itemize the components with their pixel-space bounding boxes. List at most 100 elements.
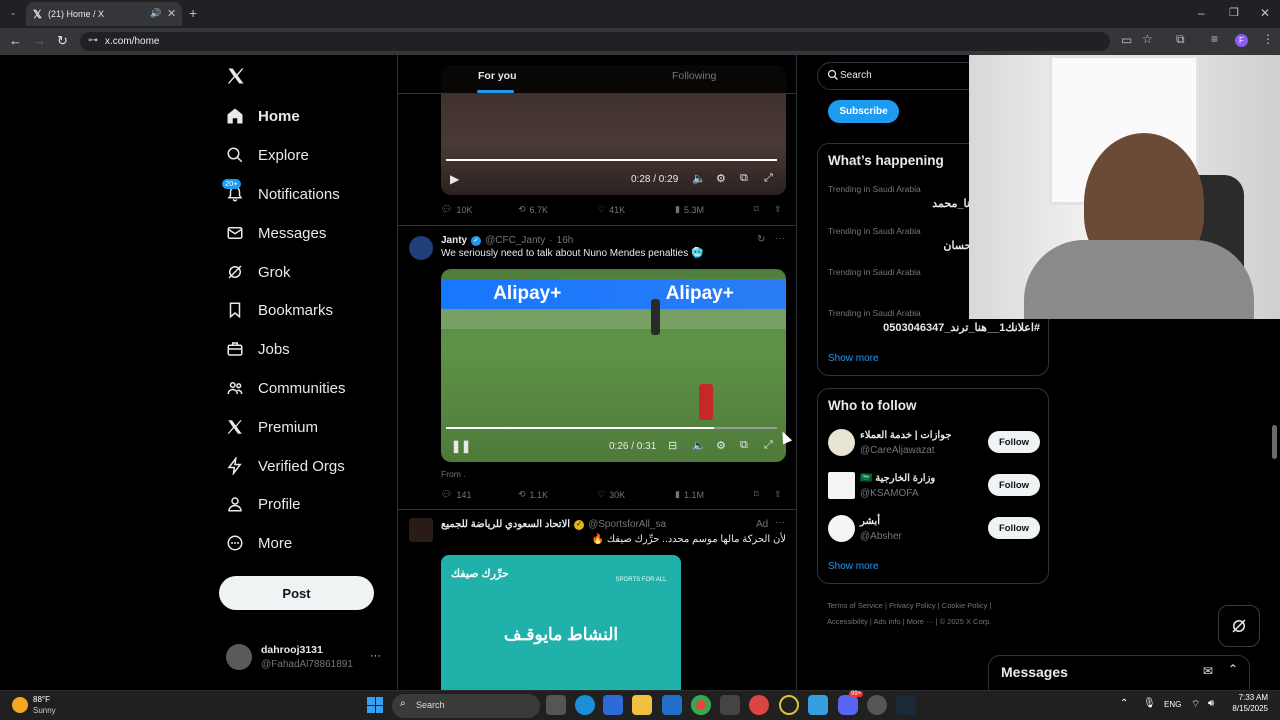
nav-premium[interactable]: Premium — [226, 415, 386, 439]
views-button[interactable]: ▮ 5.3M — [675, 204, 704, 215]
tweet-3-name[interactable]: الاتحاد السعودي للرياضة للجميع — [441, 519, 570, 530]
nav-jobs[interactable]: Jobs — [226, 337, 386, 361]
nav-explore[interactable]: Explore — [226, 143, 386, 167]
steam-icon[interactable] — [896, 695, 916, 715]
cast-icon[interactable]: ▭ — [1121, 33, 1132, 47]
mail-app-icon[interactable] — [662, 695, 682, 715]
clock-time[interactable]: 7:33 AM — [1232, 693, 1268, 702]
file-explorer-icon[interactable] — [632, 695, 652, 715]
tweet-2-handle[interactable]: @CFC_Janty — [485, 235, 545, 246]
new-tab-icon[interactable]: + — [189, 5, 197, 21]
reload-icon[interactable]: ↻ — [57, 33, 68, 49]
bookmark-action-icon-2[interactable]: ⌑ — [754, 489, 759, 500]
play-icon[interactable]: ▶ — [450, 172, 459, 186]
speaker-icon[interactable]: 🔊︎ — [1208, 698, 1214, 709]
weather-widget[interactable]: 88°F Sunny — [10, 694, 80, 718]
app-icon-dark[interactable] — [720, 695, 740, 715]
extensions-icon[interactable]: ⧉ — [1176, 32, 1185, 47]
restore-icon[interactable]: ❐ — [1229, 6, 1239, 19]
tab-for-you[interactable]: For you — [478, 70, 517, 82]
share-icon-2[interactable]: ⇪ — [774, 489, 782, 500]
tray-chevron-icon[interactable]: ⌃ — [1120, 698, 1128, 709]
app-icon-blue[interactable] — [808, 695, 828, 715]
captions-icon[interactable]: ⊟ — [668, 439, 677, 452]
start-button[interactable] — [367, 697, 383, 713]
tweet-2-from[interactable]: From . — [441, 469, 466, 479]
wifi-icon[interactable]: ⌔ — [1191, 698, 1200, 711]
terms-link[interactable]: Terms of Service — [827, 601, 883, 610]
messages-dock[interactable]: Messages ✉ ⌃ — [988, 655, 1250, 690]
site-info-icon[interactable]: ⊶ — [88, 35, 98, 46]
follow-suggestion[interactable]: جوازات | خدمة العملاء @CareAljawazat Fol… — [828, 429, 1040, 459]
profile-avatar-icon[interactable]: F — [1235, 34, 1248, 47]
browser-tab[interactable]: 𝕏 (21) Home / X 🔊 ✕ — [26, 2, 182, 26]
like-button-2[interactable]: ♡ 30K — [597, 489, 625, 500]
settings-icon-2[interactable]: ⚙ — [716, 439, 726, 452]
nav-communities[interactable]: Communities — [226, 376, 386, 400]
volume-icon-2[interactable]: 🔈 — [692, 439, 706, 452]
fullscreen-icon[interactable]: ⤢ — [764, 172, 773, 185]
pause-icon[interactable]: ❚❚ — [451, 439, 471, 453]
back-icon[interactable]: ← — [9, 33, 22, 48]
accessibility-link[interactable]: Accessibility — [827, 617, 868, 626]
grok-float-button[interactable] — [1218, 605, 1260, 647]
tweet-2-age[interactable]: 16h — [557, 235, 574, 246]
edge-icon[interactable] — [575, 695, 595, 715]
volume-icon[interactable]: 🔈 — [692, 172, 706, 185]
follow-button[interactable]: Follow — [988, 431, 1040, 453]
subscribe-button[interactable]: Subscribe — [828, 100, 899, 123]
menu-dots-icon[interactable]: ⋮ — [1262, 32, 1274, 46]
address-bar[interactable]: ⊶ x.com/home — [80, 32, 1110, 51]
grok-action-icon[interactable]: ↻ — [757, 234, 765, 245]
follow-button[interactable]: Follow — [988, 517, 1040, 539]
app-icon-record[interactable] — [867, 695, 887, 715]
fullscreen-icon-2[interactable]: ⤢ — [764, 439, 773, 452]
views-button-2[interactable]: ▮ 1.1M — [675, 489, 704, 500]
follow-suggestion[interactable]: وزارة الخارجية 🇸🇦 @KSAMOFA Follow — [828, 472, 1040, 502]
account-more-icon[interactable]: ··· — [370, 650, 381, 662]
follow-show-more[interactable]: Show more — [828, 561, 879, 572]
taskbar-search[interactable]: ⌕ Search — [392, 694, 540, 718]
tab-following[interactable]: Following — [672, 70, 716, 82]
ads-info-link[interactable]: Ads info — [874, 617, 901, 626]
privacy-link[interactable]: Privacy Policy — [889, 601, 936, 610]
nav-more[interactable]: More — [226, 531, 386, 555]
nav-home[interactable]: Home — [226, 104, 386, 128]
media-icon[interactable]: ≡ — [1211, 32, 1218, 46]
trends-show-more[interactable]: Show more — [828, 353, 879, 364]
tweet-2-video[interactable]: Alipay+ Alipay+ ❚❚ 0:26 / 0:31 ⊟ 🔈 ⚙ ⧉ ⤢ — [441, 269, 786, 462]
x-logo-icon[interactable] — [226, 66, 248, 88]
minimize-icon[interactable]: – — [1198, 6, 1205, 20]
language-indicator[interactable]: ENG — [1164, 700, 1181, 709]
forward-icon[interactable]: → — [33, 33, 46, 48]
clock-date[interactable]: 8/15/2025 — [1224, 704, 1268, 713]
tweet-2-name[interactable]: Janty — [441, 235, 467, 246]
nav-profile[interactable]: Profile — [226, 492, 386, 516]
like-button[interactable]: ♡ 41K — [597, 204, 625, 215]
task-view-icon[interactable] — [546, 695, 566, 715]
repost-button[interactable]: ⟲ 6.7K — [518, 204, 548, 215]
pip-icon-2[interactable]: ⧉ — [740, 439, 748, 452]
pip-icon[interactable]: ⧉ — [740, 172, 748, 185]
chrome-icon[interactable] — [691, 695, 711, 715]
post-button[interactable]: Post — [219, 576, 374, 610]
more-link[interactable]: More ··· — [907, 617, 934, 626]
window-close-icon[interactable]: ✕ — [1260, 6, 1270, 20]
follow-suggestion[interactable]: أبشر @Absher Follow — [828, 515, 1040, 545]
tweet-2[interactable]: Janty ✓ @CFC_Janty · 16h ↻ ··· We seriou… — [398, 226, 796, 510]
tweet-2-avatar[interactable] — [409, 236, 433, 260]
tweet-2-more-icon[interactable]: ··· — [775, 233, 785, 244]
nav-verified-orgs[interactable]: Verified Orgs — [226, 454, 386, 478]
page-scrollbar-thumb[interactable] — [1272, 425, 1277, 459]
nav-messages[interactable]: Messages — [226, 221, 386, 245]
cookie-link[interactable]: Cookie Policy — [942, 601, 987, 610]
reply-button[interactable]: 💬︎ 10K — [441, 204, 472, 215]
nav-notifications[interactable]: 20+ Notifications — [222, 179, 386, 206]
repost-button-2[interactable]: ⟲ 1.1K — [518, 489, 548, 500]
tweet-3-more-icon[interactable]: ··· — [775, 517, 785, 528]
account-switcher[interactable]: dahrooj3131 @FahadAl78861891 ··· — [226, 640, 386, 676]
bookmark-star-icon[interactable]: ☆ — [1142, 32, 1153, 46]
nav-bookmarks[interactable]: Bookmarks — [226, 298, 386, 322]
bookmark-action-icon[interactable]: ⌑ — [754, 204, 759, 215]
settings-icon[interactable]: ⚙ — [716, 172, 726, 185]
